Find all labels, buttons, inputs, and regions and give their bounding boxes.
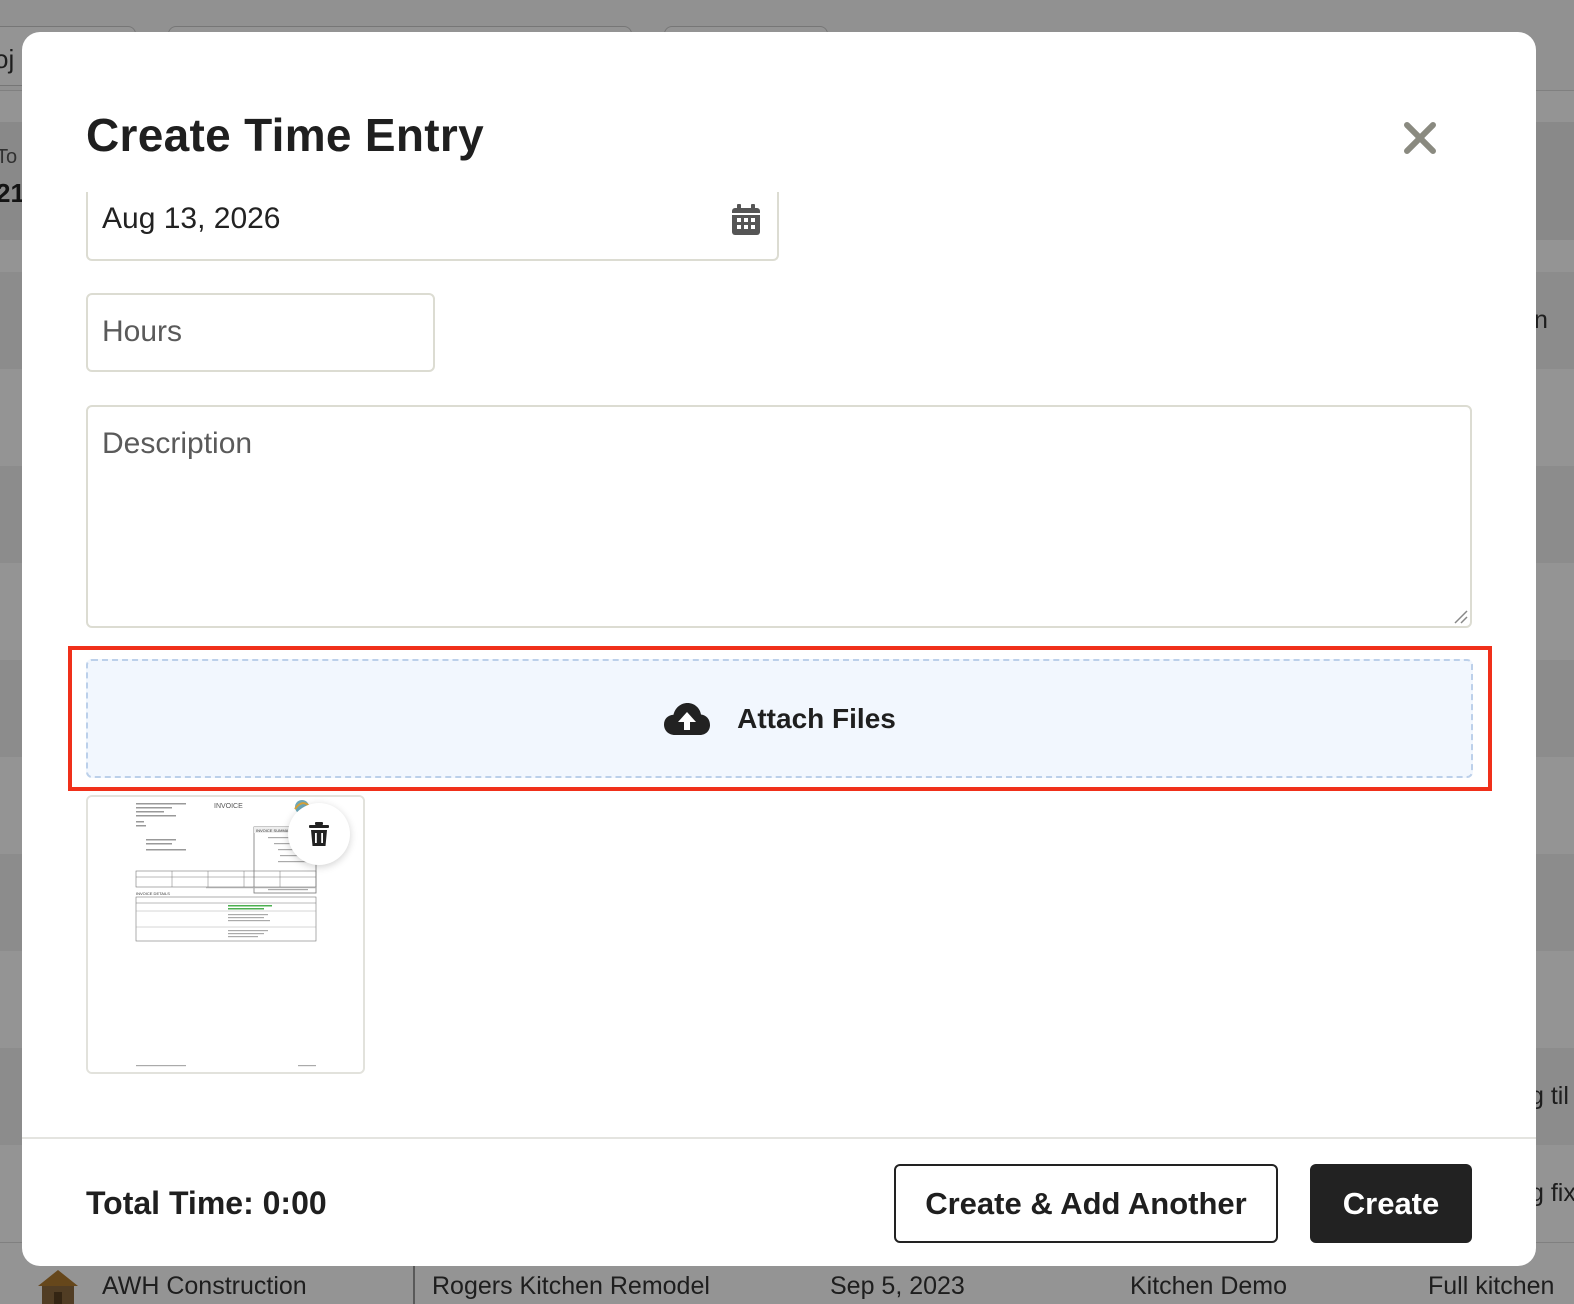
background-project-cell: Rogers Kitchen Remodel xyxy=(432,1272,710,1300)
cloud-upload-icon xyxy=(664,702,711,735)
create-and-add-another-button[interactable]: Create & Add Another xyxy=(894,1164,1278,1243)
house-icon xyxy=(38,1270,78,1304)
background-row-text: n xyxy=(1534,306,1548,334)
attach-files-dropzone[interactable]: Attach Files xyxy=(86,659,1473,778)
description-textarea[interactable]: Description xyxy=(86,405,1472,628)
close-icon xyxy=(1404,122,1436,154)
attach-files-label: Attach Files xyxy=(737,702,896,734)
total-time: Total Time: 0:00 xyxy=(86,1185,327,1221)
date-field[interactable]: Aug 13, 2026 xyxy=(86,192,779,261)
close-button[interactable] xyxy=(1392,110,1448,166)
date-value: Aug 13, 2026 xyxy=(102,202,281,235)
background-date-cell: Sep 5, 2023 xyxy=(830,1272,965,1300)
hours-input[interactable]: Hours xyxy=(86,293,435,372)
invoice-details-text: INVOICE DETAILS xyxy=(136,891,170,896)
hours-placeholder: Hours xyxy=(102,315,183,348)
background-project-text: oj xyxy=(0,44,15,74)
create-button[interactable]: Create xyxy=(1310,1164,1472,1243)
create-time-entry-modal: Create Time Entry Aug 13, 2026 Hours Des… xyxy=(22,32,1536,1266)
resize-handle-icon[interactable] xyxy=(1452,608,1468,624)
background-table-row: AWH Construction Rogers Kitchen Remodel … xyxy=(0,1262,1574,1304)
background-row-text: g fix xyxy=(1530,1179,1574,1207)
invoice-title-text: INVOICE xyxy=(214,803,243,810)
background-total-label: To xyxy=(0,146,18,168)
background-description-cell: Full kitchen xyxy=(1428,1272,1555,1300)
attach-files-content: Attach Files xyxy=(663,701,896,737)
delete-attachment-button[interactable] xyxy=(288,803,350,865)
background-column-divider xyxy=(413,1262,415,1304)
background-company-cell: AWH Construction xyxy=(102,1272,307,1300)
footer-divider xyxy=(22,1137,1536,1139)
description-placeholder: Description xyxy=(102,427,253,460)
modal-title: Create Time Entry xyxy=(86,109,484,161)
trash-icon xyxy=(309,822,329,846)
calendar-icon[interactable] xyxy=(731,204,761,236)
background-task-cell: Kitchen Demo xyxy=(1130,1272,1288,1300)
attachment-thumbnail[interactable]: INVOICE INVOICE SUMMARY INVOICE DETAILS xyxy=(86,795,365,1074)
